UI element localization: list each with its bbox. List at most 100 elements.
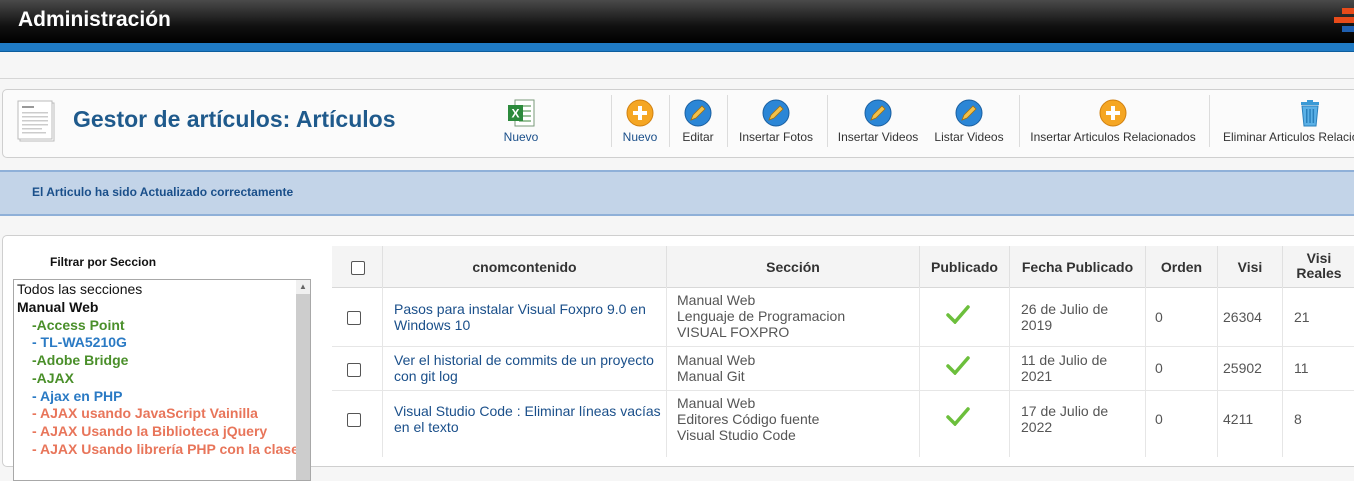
checkmark-icon[interactable] <box>946 406 970 426</box>
visits-value: 25902 <box>1223 360 1262 376</box>
insert-videos-label: Insertar Videos <box>837 130 919 144</box>
order-value: 0 <box>1155 411 1163 427</box>
filter-option[interactable]: Manual Web <box>17 299 98 315</box>
checkmark-icon[interactable] <box>946 355 970 375</box>
row-checkbox[interactable] <box>347 413 361 427</box>
select-all-checkbox[interactable] <box>351 261 365 275</box>
article-title-link[interactable]: Visual Studio Code : Eliminar líneas vac… <box>394 403 666 435</box>
header-date[interactable]: Fecha Publicado <box>1010 246 1146 288</box>
checkmark-icon[interactable] <box>946 304 970 324</box>
column-divider <box>1145 287 1146 457</box>
row-divider <box>332 346 1354 347</box>
pencil-icon <box>762 99 790 127</box>
filter-scrollbar[interactable]: ▲ <box>296 280 310 480</box>
insert-related-button[interactable]: Insertar Articulos Relacionados <box>1025 98 1201 150</box>
filter-option[interactable]: - AJAX usando JavaScript Vainilla <box>32 405 258 421</box>
filter-option[interactable]: - Ajax en PHP <box>32 388 123 404</box>
plus-icon <box>1099 99 1127 127</box>
article-title-link[interactable]: Ver el historial de commits de un proyec… <box>394 352 662 384</box>
column-label: Publicado <box>931 259 998 275</box>
filter-option[interactable]: - AJAX Usando librería PHP con la clase <box>32 441 299 457</box>
order-value: 0 <box>1155 360 1163 376</box>
delete-related-button[interactable]: Eliminar Articulos Relacionados <box>1219 98 1354 150</box>
toolbar-separator <box>727 95 728 147</box>
notice-message: El Articulo ha sido Actualizado correcta… <box>32 185 294 199</box>
column-label: cnomcontenido <box>472 259 577 275</box>
pencil-icon <box>955 99 983 127</box>
export-excel-label: Nuevo <box>503 130 539 144</box>
logo-icon <box>1334 8 1354 32</box>
header-title[interactable]: cnomcontenido <box>383 246 667 288</box>
insert-photos-label: Insertar Fotos <box>738 130 814 144</box>
insert-videos-button[interactable]: Insertar Videos <box>833 98 923 150</box>
pencil-icon <box>864 99 892 127</box>
filter-title: Filtrar por Seccion <box>50 255 157 269</box>
order-value: 0 <box>1155 309 1163 325</box>
app-title: Administración <box>18 8 171 31</box>
section-filter-list[interactable]: Todos las secciones Manual Web -Access P… <box>13 279 311 481</box>
section-line: Manual Git <box>677 368 745 384</box>
visits-value: 4211 <box>1223 411 1254 427</box>
section-line: Manual Web <box>677 395 756 411</box>
plus-icon <box>626 99 654 127</box>
header-visits[interactable]: Visi <box>1218 246 1283 288</box>
column-divider <box>666 287 667 457</box>
row-checkbox[interactable] <box>347 363 361 377</box>
export-excel-button[interactable]: X Nuevo <box>481 98 561 150</box>
publish-date: 26 de Julio de 2019 <box>1021 301 1109 333</box>
pencil-icon <box>684 99 712 127</box>
excel-icon: X <box>508 99 535 127</box>
toolbar-separator <box>1209 95 1210 147</box>
column-label: Fecha Publicado <box>1021 259 1134 275</box>
header-real-visits[interactable]: Visi Reales <box>1283 246 1354 288</box>
section-line: Manual Web <box>677 352 756 368</box>
real-visits-value: 11 <box>1294 360 1309 376</box>
accent-strip <box>0 43 1354 52</box>
filter-option[interactable]: Todos las secciones <box>17 281 142 297</box>
toolbar-separator <box>827 95 828 147</box>
visits-value: 26304 <box>1223 309 1262 325</box>
column-label: Visi <box>1237 259 1263 275</box>
toolbar-separator <box>1019 95 1020 147</box>
content-panel: Filtrar por Seccion Todos las secciones … <box>2 235 1354 481</box>
top-bar: Administración <box>0 0 1354 43</box>
real-visits-value: 8 <box>1294 411 1302 427</box>
column-divider <box>382 287 383 457</box>
header-select <box>332 246 383 288</box>
column-divider <box>1009 287 1010 457</box>
row-divider <box>332 390 1354 391</box>
section-line: Visual Studio Code <box>677 427 796 443</box>
section-line: VISUAL FOXPRO <box>677 324 790 340</box>
header-order[interactable]: Orden <box>1146 246 1218 288</box>
section-line: Lenguaje de Programacion <box>677 308 846 324</box>
new-button[interactable]: Nuevo <box>615 98 665 150</box>
column-divider <box>1217 287 1218 457</box>
scroll-up-icon[interactable]: ▲ <box>296 280 310 294</box>
filter-option[interactable]: -Adobe Bridge <box>32 352 128 368</box>
header-published[interactable]: Publicado <box>920 246 1010 288</box>
filter-option[interactable]: -Access Point <box>32 317 125 333</box>
trash-icon <box>1301 100 1319 127</box>
toolbar-separator <box>611 95 612 147</box>
section-line: Editores Código fuente <box>677 411 820 427</box>
article-title-link[interactable]: Pasos para instalar Visual Foxpro 9.0 en… <box>394 301 662 333</box>
insert-photos-button[interactable]: Insertar Fotos <box>731 98 821 150</box>
publish-date: 11 de Julio de 2021 <box>1021 352 1108 384</box>
column-divider <box>1282 287 1283 457</box>
row-checkbox[interactable] <box>347 311 361 325</box>
filter-option[interactable]: -AJAX <box>32 370 74 386</box>
column-label: Visi Reales <box>1296 250 1342 281</box>
new-button-label: Nuevo <box>622 130 658 144</box>
toolbar-separator <box>669 95 670 147</box>
column-divider <box>919 287 920 457</box>
header-section[interactable]: Sección <box>667 246 920 288</box>
edit-button[interactable]: Editar <box>673 98 723 150</box>
list-videos-label: Listar Videos <box>934 130 1004 144</box>
page-title: Gestor de artículos: Artículos <box>73 106 396 132</box>
filter-option[interactable]: - AJAX Usando la Biblioteca jQuery <box>32 423 267 439</box>
list-videos-button[interactable]: Listar Videos <box>929 98 1009 150</box>
sub-bar <box>0 52 1354 79</box>
insert-related-label: Insertar Articulos Relacionados <box>1030 130 1196 144</box>
real-visits-value: 21 <box>1294 309 1310 325</box>
filter-option[interactable]: - TL-WA5210G <box>32 334 127 350</box>
